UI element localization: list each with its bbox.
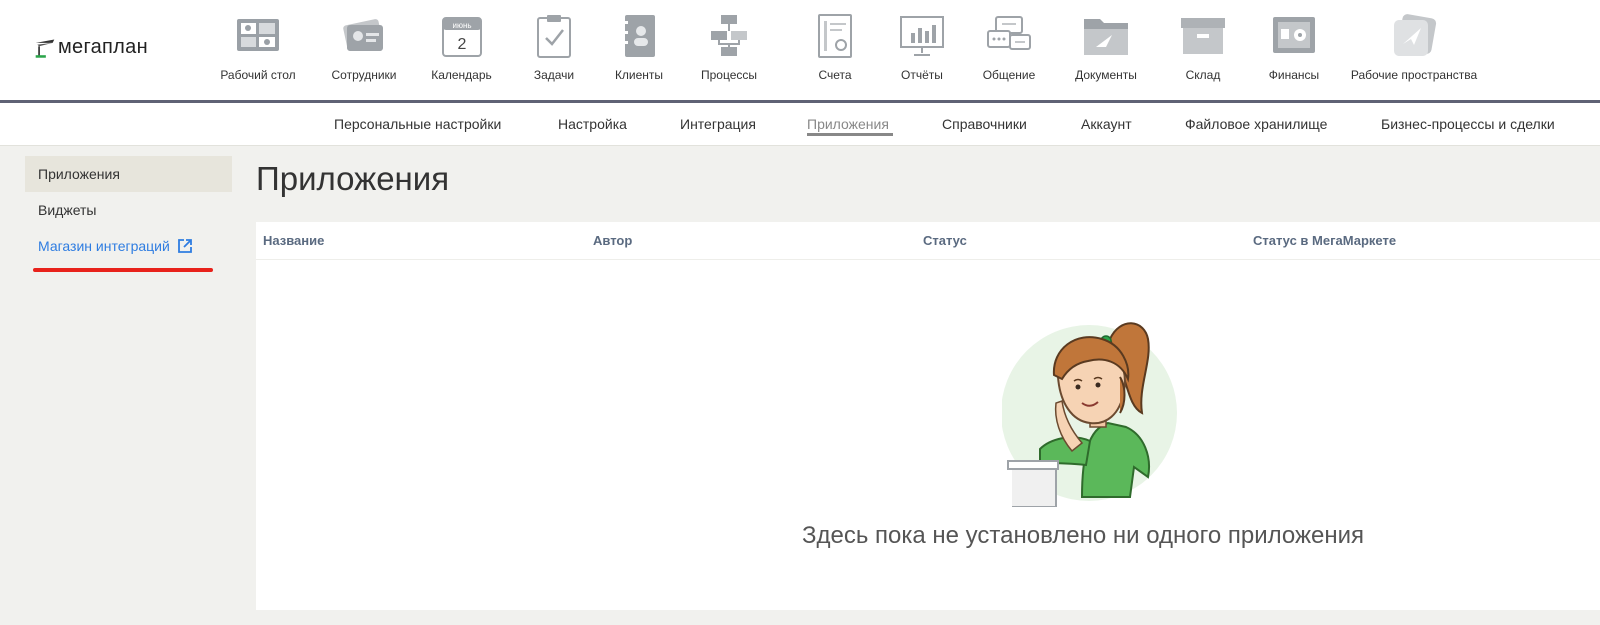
app-label: Сотрудники (331, 68, 397, 82)
app-label: Склад (1185, 68, 1221, 82)
table-header-divider (256, 259, 1600, 260)
app-calendar[interactable]: июнь 2 Календарь (424, 12, 499, 82)
subnav-settings[interactable]: Настройка (558, 116, 627, 132)
app-chat[interactable]: Общение (963, 12, 1055, 82)
app-label: Общение (982, 68, 1036, 82)
reports-icon (900, 16, 944, 56)
external-link-icon (177, 239, 192, 253)
settings-subnav: Персональные настройки Настройка Интегра… (0, 103, 1600, 146)
column-header-megamarket-status[interactable]: Статус в МегаМаркете (1253, 233, 1396, 248)
column-header-status[interactable]: Статус (923, 233, 967, 248)
invoices-icon (818, 14, 852, 58)
sidebar-item-applications[interactable]: Приложения (25, 156, 232, 192)
app-documents[interactable]: Документы (1055, 12, 1157, 82)
desktop-icon (237, 19, 279, 51)
workspaces-icon (1394, 14, 1437, 56)
top-bar: мегаплан Рабочий стол Сотрудники июнь 2 … (0, 0, 1600, 100)
subnav-file-storage[interactable]: Файловое хранилище (1185, 116, 1327, 132)
processes-icon (711, 15, 747, 56)
app-clients[interactable]: Клиенты (609, 12, 669, 82)
empty-state-message: Здесь пока не установлено ни одного прил… (802, 522, 1365, 549)
app-label: Процессы (700, 68, 757, 82)
active-tab-underline (807, 133, 893, 136)
calendar-icon: июнь 2 (441, 17, 482, 57)
logo-mark-icon (35, 39, 55, 58)
page-title: Приложения (256, 160, 450, 197)
subnav-account[interactable]: Аккаунт (1081, 116, 1132, 132)
tasks-icon (537, 15, 571, 58)
documents-icon (1084, 19, 1128, 55)
app-label: Рабочий стол (220, 68, 296, 82)
calendar-day: 2 (457, 36, 466, 53)
app-launcher: Рабочий стол Сотрудники июнь 2 Календарь… (212, 12, 1489, 82)
app-warehouse[interactable]: Склад (1157, 12, 1249, 82)
app-label: Календарь (431, 68, 492, 82)
subnav-integration[interactable]: Интеграция (680, 116, 756, 132)
app-finance[interactable]: Финансы (1249, 12, 1339, 82)
finance-icon (1273, 17, 1315, 53)
app-employees[interactable]: Сотрудники (304, 12, 424, 82)
megaplan-logo[interactable]: мегаплан (34, 36, 148, 59)
column-header-author[interactable]: Автор (593, 233, 632, 248)
employees-icon (343, 19, 383, 51)
empty-state-illustration (1002, 322, 1177, 507)
app-label: Клиенты (614, 68, 664, 82)
subnav-personal-settings[interactable]: Персональные настройки (334, 116, 501, 132)
chat-icon (987, 16, 1031, 50)
app-workspaces[interactable]: Рабочие пространства (1339, 12, 1489, 82)
brand-name: мегаплан (58, 36, 148, 58)
sidebar-item-label: Магазин интеграций (38, 238, 170, 254)
app-label: Документы (1075, 68, 1137, 82)
clients-icon (623, 15, 655, 57)
app-invoices[interactable]: Счета (789, 12, 881, 82)
calendar-month: июнь (452, 21, 471, 30)
applications-table: Название Автор Статус Статус в МегаМарке… (256, 222, 1600, 610)
app-label: Счета (818, 68, 852, 82)
app-label: Задачи (533, 68, 575, 82)
column-header-name[interactable]: Название (263, 233, 324, 248)
sidebar: Приложения Виджеты Магазин интеграций (25, 156, 232, 264)
app-label: Отчёты (901, 68, 943, 82)
subnav-applications[interactable]: Приложения (807, 116, 889, 132)
sidebar-item-widgets[interactable]: Виджеты (25, 192, 232, 228)
app-label: Рабочие пространства (1350, 68, 1478, 82)
app-tasks[interactable]: Задачи (499, 12, 609, 82)
app-processes[interactable]: Процессы (669, 12, 789, 82)
subnav-business-processes[interactable]: Бизнес-процессы и сделки (1381, 116, 1555, 132)
warehouse-icon (1181, 18, 1225, 54)
app-label: Финансы (1268, 68, 1320, 82)
subnav-directories[interactable]: Справочники (942, 116, 1027, 132)
sidebar-item-integration-store[interactable]: Магазин интеграций (25, 228, 232, 264)
app-reports[interactable]: Отчёты (881, 12, 963, 82)
app-desktop[interactable]: Рабочий стол (212, 12, 304, 82)
highlight-underline (33, 268, 213, 272)
